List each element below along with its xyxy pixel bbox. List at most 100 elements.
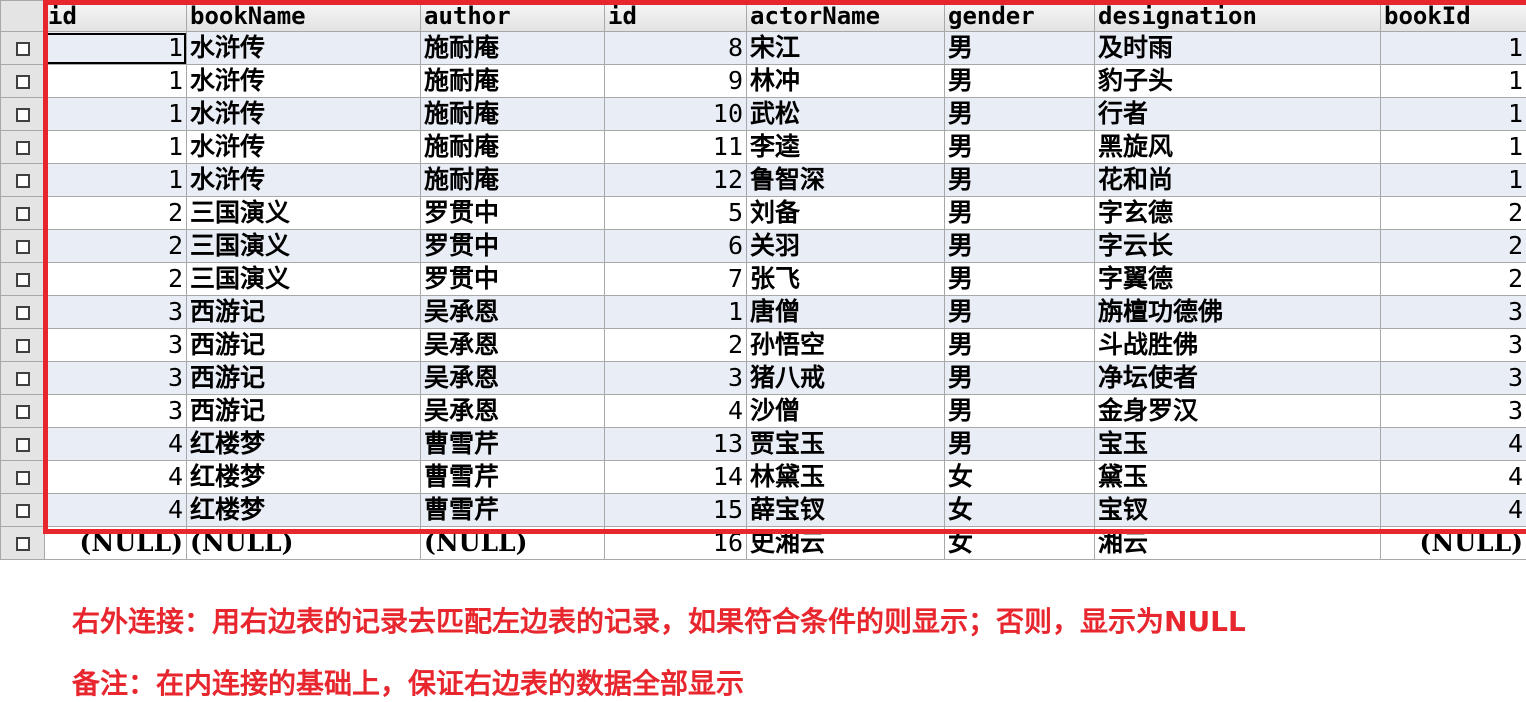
cell-actorname[interactable]: 林冲 bbox=[747, 65, 945, 98]
cell-author[interactable]: 曹雪芹 bbox=[421, 428, 605, 461]
column-header-id[interactable]: id bbox=[45, 1, 187, 32]
table-row[interactable]: 1水浒传施耐庵10武松男行者1 bbox=[1, 98, 1526, 131]
column-header-author[interactable]: author bbox=[421, 1, 605, 32]
cell-bookid[interactable]: 3 bbox=[1381, 395, 1526, 428]
cell-bookid[interactable]: 2 bbox=[1381, 197, 1526, 230]
cell-designation[interactable]: 字翼德 bbox=[1095, 263, 1381, 296]
cell-gender[interactable]: 女 bbox=[945, 494, 1095, 527]
table-row[interactable]: 4红楼梦曹雪芹13贾宝玉男宝玉4 bbox=[1, 428, 1526, 461]
cell-bookname[interactable]: (NULL) bbox=[187, 527, 421, 560]
cell-id[interactable]: 3 bbox=[45, 395, 187, 428]
cell-author[interactable]: 施耐庵 bbox=[421, 98, 605, 131]
row-checkbox-icon[interactable] bbox=[16, 141, 30, 155]
cell-id[interactable]: 2 bbox=[45, 230, 187, 263]
column-header-actor-id[interactable]: id bbox=[605, 1, 747, 32]
cell-actorname[interactable]: 唐僧 bbox=[747, 296, 945, 329]
row-select-cell[interactable] bbox=[1, 98, 45, 131]
cell-gender[interactable]: 男 bbox=[945, 263, 1095, 296]
cell-actor-id[interactable]: 5 bbox=[605, 197, 747, 230]
cell-actor-id[interactable]: 2 bbox=[605, 329, 747, 362]
table-row[interactable]: 3西游记吴承恩3猪八戒男净坛使者3 bbox=[1, 362, 1526, 395]
cell-gender[interactable]: 女 bbox=[945, 527, 1095, 560]
cell-designation[interactable]: 豹子头 bbox=[1095, 65, 1381, 98]
cell-actorname[interactable]: 林黛玉 bbox=[747, 461, 945, 494]
row-select-cell[interactable] bbox=[1, 395, 45, 428]
table-row[interactable]: 1水浒传施耐庵8宋江男及时雨1 bbox=[1, 32, 1526, 65]
cell-designation[interactable]: 湘云 bbox=[1095, 527, 1381, 560]
column-header-bookname[interactable]: bookName bbox=[187, 1, 421, 32]
cell-bookname[interactable]: 水浒传 bbox=[187, 131, 421, 164]
row-checkbox-icon[interactable] bbox=[16, 240, 30, 254]
cell-actorname[interactable]: 刘备 bbox=[747, 197, 945, 230]
cell-designation[interactable]: 字云长 bbox=[1095, 230, 1381, 263]
cell-actor-id[interactable]: 9 bbox=[605, 65, 747, 98]
cell-author[interactable]: (NULL) bbox=[421, 527, 605, 560]
cell-designation[interactable]: 旃檀功德佛 bbox=[1095, 296, 1381, 329]
table-row[interactable]: 3西游记吴承恩4沙僧男金身罗汉3 bbox=[1, 395, 1526, 428]
cell-id[interactable]: 1 bbox=[45, 131, 187, 164]
cell-author[interactable]: 吴承恩 bbox=[421, 296, 605, 329]
cell-designation[interactable]: 宝钗 bbox=[1095, 494, 1381, 527]
cell-designation[interactable]: 净坛使者 bbox=[1095, 362, 1381, 395]
cell-actorname[interactable]: 猪八戒 bbox=[747, 362, 945, 395]
table-row[interactable]: 4红楼梦曹雪芹14林黛玉女黛玉4 bbox=[1, 461, 1526, 494]
row-select-cell[interactable] bbox=[1, 329, 45, 362]
cell-gender[interactable]: 男 bbox=[945, 329, 1095, 362]
row-checkbox-icon[interactable] bbox=[16, 174, 30, 188]
cell-bookid[interactable]: 1 bbox=[1381, 164, 1526, 197]
cell-bookname[interactable]: 西游记 bbox=[187, 296, 421, 329]
row-checkbox-icon[interactable] bbox=[16, 273, 30, 287]
cell-id[interactable]: 1 bbox=[45, 98, 187, 131]
cell-id[interactable]: 3 bbox=[45, 362, 187, 395]
cell-bookname[interactable]: 三国演义 bbox=[187, 263, 421, 296]
cell-id[interactable]: 2 bbox=[45, 263, 187, 296]
cell-gender[interactable]: 男 bbox=[945, 164, 1095, 197]
row-checkbox-icon[interactable] bbox=[16, 339, 30, 353]
cell-author[interactable]: 曹雪芹 bbox=[421, 461, 605, 494]
cell-actor-id[interactable]: 13 bbox=[605, 428, 747, 461]
cell-actor-id[interactable]: 8 bbox=[605, 32, 747, 65]
cell-id[interactable]: 3 bbox=[45, 296, 187, 329]
cell-actor-id[interactable]: 6 bbox=[605, 230, 747, 263]
cell-gender[interactable]: 男 bbox=[945, 32, 1095, 65]
row-checkbox-icon[interactable] bbox=[16, 504, 30, 518]
cell-designation[interactable]: 金身罗汉 bbox=[1095, 395, 1381, 428]
cell-gender[interactable]: 男 bbox=[945, 395, 1095, 428]
cell-actor-id[interactable]: 15 bbox=[605, 494, 747, 527]
row-select-cell[interactable] bbox=[1, 263, 45, 296]
cell-bookid[interactable]: 2 bbox=[1381, 230, 1526, 263]
cell-bookname[interactable]: 红楼梦 bbox=[187, 461, 421, 494]
cell-gender[interactable]: 男 bbox=[945, 230, 1095, 263]
cell-bookname[interactable]: 红楼梦 bbox=[187, 428, 421, 461]
cell-bookid[interactable]: 4 bbox=[1381, 461, 1526, 494]
cell-designation[interactable]: 黑旋风 bbox=[1095, 131, 1381, 164]
row-checkbox-icon[interactable] bbox=[16, 438, 30, 452]
row-checkbox-icon[interactable] bbox=[16, 537, 30, 551]
cell-actor-id[interactable]: 12 bbox=[605, 164, 747, 197]
column-header-gender[interactable]: gender bbox=[945, 1, 1095, 32]
table-row[interactable]: 2三国演义罗贯中6关羽男字云长2 bbox=[1, 230, 1526, 263]
row-select-cell[interactable] bbox=[1, 461, 45, 494]
cell-actorname[interactable]: 史湘云 bbox=[747, 527, 945, 560]
cell-bookname[interactable]: 水浒传 bbox=[187, 98, 421, 131]
cell-bookid[interactable]: 1 bbox=[1381, 65, 1526, 98]
cell-id[interactable]: (NULL) bbox=[45, 527, 187, 560]
table-row[interactable]: 2三国演义罗贯中7张飞男字翼德2 bbox=[1, 263, 1526, 296]
cell-actorname[interactable]: 武松 bbox=[747, 98, 945, 131]
cell-author[interactable]: 吴承恩 bbox=[421, 362, 605, 395]
row-select-cell[interactable] bbox=[1, 164, 45, 197]
cell-bookid[interactable]: 1 bbox=[1381, 131, 1526, 164]
cell-bookname[interactable]: 西游记 bbox=[187, 362, 421, 395]
row-select-cell[interactable] bbox=[1, 131, 45, 164]
cell-actorname[interactable]: 薛宝钗 bbox=[747, 494, 945, 527]
cell-gender[interactable]: 男 bbox=[945, 362, 1095, 395]
row-checkbox-icon[interactable] bbox=[16, 372, 30, 386]
cell-id[interactable]: 4 bbox=[45, 494, 187, 527]
cell-id[interactable]: 1 bbox=[45, 32, 187, 65]
table-row[interactable]: 4红楼梦曹雪芹15薛宝钗女宝钗4 bbox=[1, 494, 1526, 527]
row-select-cell[interactable] bbox=[1, 494, 45, 527]
cell-author[interactable]: 罗贯中 bbox=[421, 230, 605, 263]
cell-actor-id[interactable]: 10 bbox=[605, 98, 747, 131]
cell-bookname[interactable]: 水浒传 bbox=[187, 32, 421, 65]
cell-gender[interactable]: 男 bbox=[945, 428, 1095, 461]
